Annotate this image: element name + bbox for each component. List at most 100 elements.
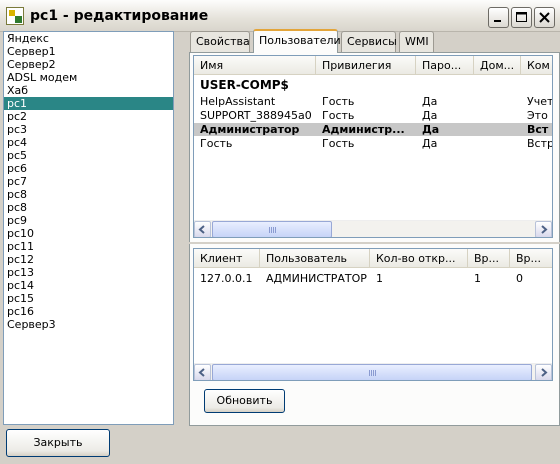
table-cell: 1 <box>474 272 481 285</box>
splitter[interactable] <box>189 242 560 244</box>
list-item[interactable]: pc16 <box>4 305 173 318</box>
table-cell: Это <box>527 109 548 122</box>
table-cell <box>474 137 521 150</box>
minimize-icon <box>494 20 501 22</box>
refresh-button[interactable]: Обновить <box>204 389 285 413</box>
table-cell: Гость <box>200 137 233 150</box>
tab-wmi[interactable]: WMI <box>399 31 434 52</box>
tab-properties[interactable]: Свойства <box>190 31 250 52</box>
column-header[interactable]: Вр... <box>510 249 552 268</box>
column-header[interactable]: Пользователь <box>260 249 370 268</box>
column-header[interactable]: Ком <box>521 56 552 75</box>
maximize-icon <box>516 12 527 22</box>
scroll-left-button[interactable] <box>194 221 211 237</box>
table-cell: HelpAssistant <box>200 95 276 108</box>
column-header[interactable]: Имя <box>194 56 316 75</box>
list-item[interactable]: Яндекс <box>4 32 173 45</box>
list-item[interactable]: pc9 <box>4 214 173 227</box>
list-item[interactable]: pc1 <box>4 97 173 110</box>
maximize-button[interactable] <box>511 7 532 28</box>
list-item[interactable]: Сервер3 <box>4 318 173 331</box>
sessions-table[interactable]: Клиент Пользователь Кол-во откр... Вр...… <box>193 248 553 381</box>
list-item[interactable]: Хаб <box>4 84 173 97</box>
table-row[interactable]: 127.0.0.1 АДМИНИСТРАТОР 1 1 0 <box>194 272 552 285</box>
table-row[interactable]: Гость Гость Да Встр <box>194 137 552 150</box>
arrow-right-icon <box>541 368 548 377</box>
column-header[interactable]: Вр... <box>468 249 510 268</box>
list-item[interactable]: pc6 <box>4 162 173 175</box>
close-window-button[interactable] <box>534 7 555 28</box>
list-item[interactable]: Сервер2 <box>4 58 173 71</box>
table-cell <box>474 109 521 122</box>
table-cell: Да <box>422 137 438 150</box>
group-header: USER-COMP$ <box>200 78 289 92</box>
list-item[interactable]: pc8 <box>4 188 173 201</box>
list-item[interactable]: pc3 <box>4 123 173 136</box>
table-cell: Администр... <box>322 123 405 136</box>
users-table-header: Имя Привилегия Паро... Дом... Ком <box>194 56 552 75</box>
table-cell: Вст <box>527 123 549 136</box>
device-list[interactable]: Яндекс Сервер1 Сервер2 ADSL модем Хаб pc1 pc2 p… <box>3 31 174 425</box>
list-item[interactable]: ADSL модем <box>4 71 173 84</box>
table-cell: Да <box>422 109 438 122</box>
list-item[interactable]: pc7 <box>4 175 173 188</box>
close-icon <box>539 12 550 23</box>
list-item[interactable]: pc10 <box>4 227 173 240</box>
editor-window: pc1 - редактирование Яндекс Сервер1 Сервер… <box>0 0 560 464</box>
table-cell: Учет <box>527 95 553 108</box>
table-cell: 127.0.0.1 <box>200 272 253 285</box>
list-item[interactable]: pc4 <box>4 136 173 149</box>
table-cell: АДМИНИСТРАТОР <box>266 272 367 285</box>
table-cell <box>474 95 521 108</box>
column-header[interactable]: Клиент <box>194 249 260 268</box>
title-bar[interactable]: pc1 - редактирование <box>0 0 560 32</box>
table-cell: Администратор <box>200 123 300 136</box>
list-item[interactable]: pc2 <box>4 110 173 123</box>
column-header[interactable]: Кол-во откр... <box>370 249 468 268</box>
table-cell: 1 <box>376 272 383 285</box>
list-item[interactable]: pc5 <box>4 149 173 162</box>
scroll-grip-icon <box>369 370 377 376</box>
column-header[interactable]: Привилегия <box>316 56 416 75</box>
scroll-right-button[interactable] <box>535 221 552 237</box>
table-cell: Гость <box>322 109 355 122</box>
users-hscrollbar[interactable] <box>194 220 552 237</box>
scroll-thumb[interactable] <box>212 364 532 380</box>
scroll-right-button[interactable] <box>535 364 552 380</box>
table-cell: Да <box>422 95 438 108</box>
table-cell: Гость <box>322 95 355 108</box>
table-row[interactable]: Администратор Администр... Да Вст <box>194 123 552 136</box>
list-item[interactable]: pc13 <box>4 266 173 279</box>
close-button[interactable]: Закрыть <box>6 429 110 457</box>
scroll-grip-icon <box>269 227 277 233</box>
arrow-left-icon <box>198 225 205 234</box>
arrow-right-icon <box>541 225 548 234</box>
tab-services[interactable]: Сервисы <box>341 31 397 52</box>
window-title: pc1 - редактирование <box>30 8 209 24</box>
scroll-left-button[interactable] <box>194 364 211 380</box>
table-cell: Гость <box>322 137 355 150</box>
sessions-hscrollbar[interactable] <box>194 363 552 380</box>
list-item[interactable]: pc14 <box>4 279 173 292</box>
list-item[interactable]: pc8 <box>4 201 173 214</box>
table-cell: SUPPORT_388945a0 <box>200 109 312 122</box>
column-header[interactable]: Дом... <box>474 56 521 75</box>
app-icon <box>6 7 24 25</box>
scroll-thumb[interactable] <box>212 221 332 237</box>
table-row[interactable]: SUPPORT_388945a0 Гость Да Это <box>194 109 552 122</box>
arrow-left-icon <box>198 368 205 377</box>
list-item[interactable]: pc12 <box>4 253 173 266</box>
column-header[interactable]: Паро... <box>416 56 474 75</box>
tab-users[interactable]: Пользователи <box>253 29 341 53</box>
list-item[interactable]: pc11 <box>4 240 173 253</box>
minimize-button[interactable] <box>488 7 509 28</box>
users-table[interactable]: Имя Привилегия Паро... Дом... Ком USER-C… <box>193 55 553 238</box>
sessions-table-header: Клиент Пользователь Кол-во откр... Вр...… <box>194 249 552 268</box>
table-row[interactable]: HelpAssistant Гость Да Учет <box>194 95 552 108</box>
table-cell: Да <box>422 123 440 136</box>
list-item[interactable]: Сервер1 <box>4 45 173 58</box>
list-item[interactable]: pc15 <box>4 292 173 305</box>
table-cell: 0 <box>516 272 523 285</box>
table-cell: Встр <box>527 137 553 150</box>
table-cell <box>474 123 521 136</box>
